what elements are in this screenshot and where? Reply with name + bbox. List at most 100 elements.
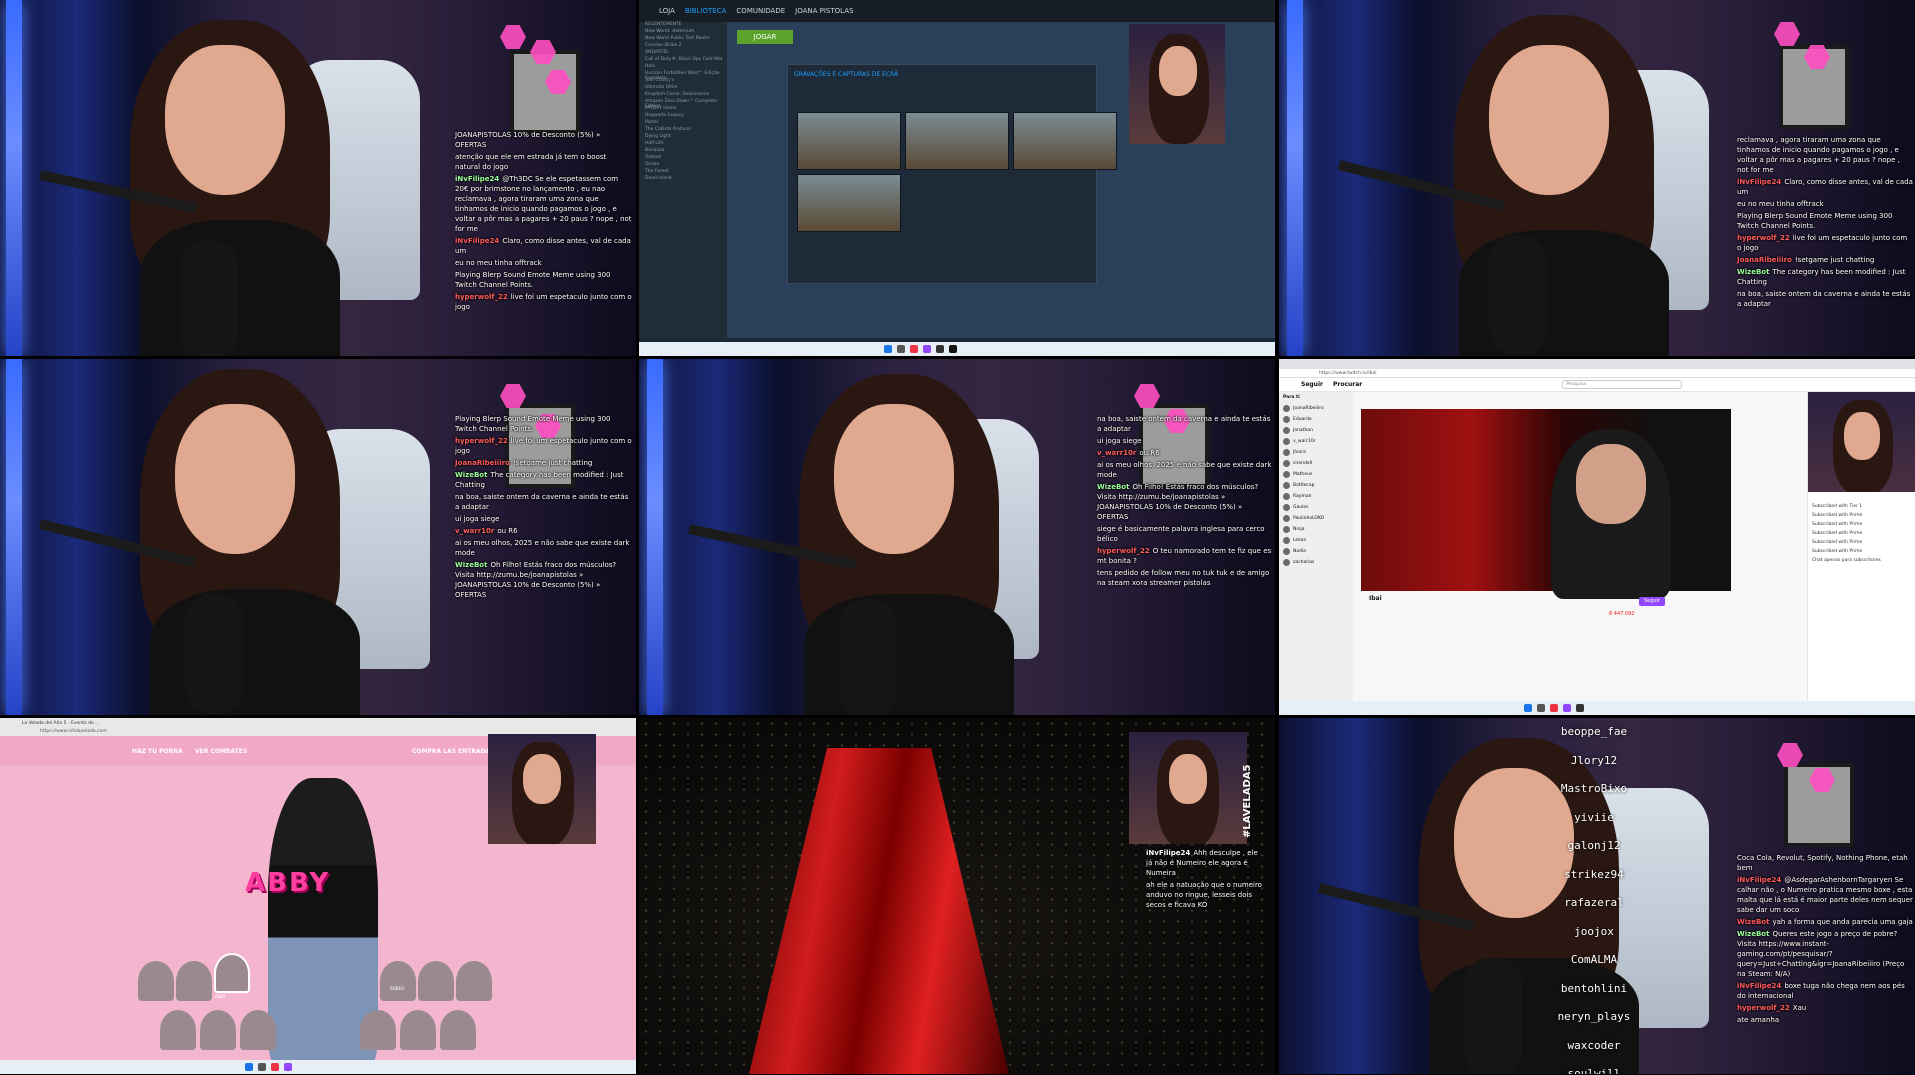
channel-item[interactable]: Eduardo <box>1279 414 1353 425</box>
menu-fights[interactable]: VER COMBATES <box>195 748 247 755</box>
library-item[interactable]: Tom Clancy's <box>639 78 727 85</box>
fighter-thumb[interactable] <box>380 961 416 1001</box>
fighter-thumb[interactable] <box>160 1010 196 1050</box>
chat-username[interactable]: WizeBot <box>1737 918 1769 926</box>
chat-username[interactable]: JoanaRibeiiiro <box>1737 256 1792 264</box>
screenshot[interactable] <box>1013 112 1117 170</box>
channel-item[interactable]: Jhoira <box>1279 447 1353 458</box>
channel-item[interactable]: Jonathan <box>1279 425 1353 436</box>
nav-library[interactable]: BIBLIOTECA <box>685 7 727 15</box>
stream-thumb-9[interactable]: beoppe_fae Jlory12 MastroBixo yiviie galonj1… <box>1279 718 1915 1074</box>
fighter-thumb[interactable] <box>440 1010 476 1050</box>
stream-thumb-6[interactable]: https://www.twitch.tv/ibai Seguir Procur… <box>1279 359 1915 715</box>
channel-item[interactable]: Nadia <box>1279 546 1353 557</box>
chat-username[interactable]: iNvFilipe24 <box>455 237 499 245</box>
video-player[interactable] <box>1361 409 1731 599</box>
nav-profile[interactable]: JOANA PISTOLAS <box>795 7 853 15</box>
fighter-thumb[interactable] <box>176 961 212 1001</box>
nav-community[interactable]: COMUNIDADE <box>736 7 785 15</box>
channel-item[interactable]: Matheus <box>1279 469 1353 480</box>
library-item[interactable]: New World Public Test Realm <box>639 36 727 43</box>
library-item[interactable]: Counter-Strike 2 <box>639 43 727 50</box>
channel-item[interactable]: sirendell <box>1279 458 1353 469</box>
library-item[interactable]: Bonanza <box>639 148 727 155</box>
chat-username[interactable]: WizeBot <box>1737 930 1769 938</box>
library-item[interactable]: Ocean <box>639 162 727 169</box>
streamer-name[interactable]: Ibai <box>1369 595 1382 602</box>
channel-item[interactable]: Bottlecap <box>1279 480 1353 491</box>
fighter-thumb[interactable] <box>240 1010 276 1050</box>
library-item[interactable]: Portal <box>639 120 727 127</box>
channel-item[interactable]: Ninja <box>1279 524 1353 535</box>
chat-username[interactable]: WizeBot <box>455 561 487 569</box>
fighter-thumb[interactable] <box>360 1010 396 1050</box>
channel-item[interactable]: Lekan <box>1279 535 1353 546</box>
chat-username[interactable]: iNvFilipe24 <box>1737 876 1781 884</box>
library-item[interactable]: Half-Life <box>639 141 727 148</box>
library-item[interactable]: PAYDAY Home <box>639 106 727 113</box>
chat-username[interactable]: JoanaRibeiiiro <box>455 459 510 467</box>
library-item[interactable]: New World: Aeternum <box>639 29 727 36</box>
follow-button[interactable]: Seguir <box>1639 597 1665 606</box>
fighter-thumb-selected[interactable] <box>214 953 250 993</box>
channel-item[interactable]: v_warr10r <box>1279 436 1353 447</box>
stream-thumb-7[interactable]: La Velada del Año 5 - Evento de ... http… <box>0 718 636 1074</box>
chat-username[interactable]: iNvFilipe24 <box>455 175 499 183</box>
play-button[interactable]: JOGAR <box>737 30 793 44</box>
browser-tab[interactable]: La Velada del Año 5 - Evento de ... <box>22 721 99 726</box>
library-item[interactable]: Horizon Forbidden West™ Edição Complete <box>639 71 727 81</box>
channel-item[interactable]: JoanaRibeiiiro <box>1279 403 1353 414</box>
stream-thumb-4[interactable]: Playing Blerp Sound Emote Meme using 300… <box>0 359 636 715</box>
screenshot[interactable] <box>797 174 901 232</box>
channel-item[interactable]: Gaules <box>1279 502 1353 513</box>
stream-thumb-1[interactable]: JOANAPISTOLAS 10% de Desconto (5%) » OFE… <box>0 0 636 356</box>
chat-username[interactable]: WizeBot <box>1097 483 1129 491</box>
chat-username[interactable]: WizeBot <box>1737 268 1769 276</box>
channel-item[interactable]: Rayman <box>1279 491 1353 502</box>
library-item[interactable]: Amazon Zero Dawn™ Complete Edition <box>639 99 727 109</box>
chat-username[interactable]: iNvFilipe24 <box>1737 178 1781 186</box>
screenshot[interactable] <box>905 112 1009 170</box>
library-item[interactable]: Dying Light <box>639 134 727 141</box>
chat-username[interactable]: v_warr10r <box>1097 449 1136 457</box>
fighter-thumb[interactable] <box>138 961 174 1001</box>
fighter-thumb[interactable] <box>200 1010 236 1050</box>
nav-following[interactable]: Seguir <box>1301 381 1323 388</box>
channel-item[interactable]: zacharias <box>1279 557 1353 568</box>
fighter-thumb[interactable] <box>400 1010 436 1050</box>
library-item[interactable]: ANDARTEL <box>639 50 727 57</box>
address-bar[interactable]: https://www.twitch.tv/ibai <box>1279 369 1915 378</box>
menu-tickets[interactable]: COMPRA LAS ENTRADAS <box>412 748 495 755</box>
stream-thumb-8[interactable]: #LAVELADA5 iNvFilipe24 Ahh desculpe , ele… <box>639 718 1275 1074</box>
library-item[interactable]: RECENTEMENTE <box>639 22 727 29</box>
stream-thumb-3[interactable]: reclamava , agora tiraram uma zona que t… <box>1279 0 1915 356</box>
fighter-thumb[interactable] <box>456 961 492 1001</box>
stream-thumb-2[interactable]: LOJA BIBLIOTECA COMUNIDADE JOANA PISTOLA… <box>639 0 1275 356</box>
channel-item[interactable]: PaulinhoLOKO <box>1279 513 1353 524</box>
stream-thumb-5[interactable]: na boa, saiste ontem da caverna e ainda … <box>639 359 1275 715</box>
library-item[interactable]: Ultimate Ultim <box>639 85 727 92</box>
chat-username[interactable]: hyperwolf_22 <box>455 293 508 301</box>
fighter-thumb[interactable] <box>418 961 454 1001</box>
search-input[interactable]: Pesquisa <box>1562 380 1683 389</box>
chat-username[interactable]: WizeBot <box>455 471 487 479</box>
chat-username[interactable]: iNvFilipe24 <box>1146 849 1190 857</box>
nav-browse[interactable]: Procurar <box>1333 381 1362 388</box>
address-bar[interactable]: https://www.infolavelada.com <box>40 729 107 734</box>
nav-store[interactable]: LOJA <box>659 7 675 15</box>
screenshot[interactable] <box>797 112 901 170</box>
chat-username[interactable]: hyperwolf_22 <box>455 437 508 445</box>
library-item[interactable]: The Forest <box>639 169 727 176</box>
chat-username[interactable]: hyperwolf_22 <box>1737 1004 1790 1012</box>
chat-username[interactable]: hyperwolf_22 <box>1737 234 1790 242</box>
library-item[interactable]: Outlast <box>639 155 727 162</box>
chat-username[interactable]: iNvFilipe24 <box>1737 982 1781 990</box>
library-item[interactable]: The Callisto Protocol <box>639 127 727 134</box>
library-item[interactable]: Kingdom Come: Deliverance <box>639 92 727 99</box>
library-item[interactable]: Call of Duty®: Black Ops Cold War <box>639 57 727 64</box>
menu-predict[interactable]: HAZ TU PORRA <box>132 748 183 755</box>
chat-username[interactable]: hyperwolf_22 <box>1097 547 1150 555</box>
chat-username[interactable]: v_warr10r <box>455 527 494 535</box>
library-item[interactable]: Hogwarts Legacy <box>639 113 727 120</box>
library-item[interactable]: Dead Island <box>639 176 727 183</box>
